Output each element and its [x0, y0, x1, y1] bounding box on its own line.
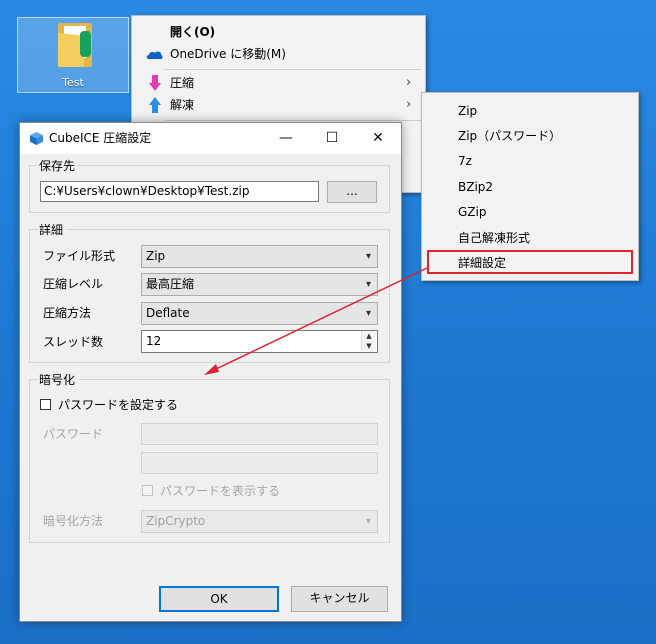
submenu-item-7z[interactable]: 7z	[422, 149, 638, 174]
encryption-method-value: ZipCrypto	[146, 514, 206, 528]
submenu-item-label: 自己解凍形式	[458, 231, 531, 245]
password-field[interactable]	[141, 423, 378, 445]
ok-button[interactable]: OK	[159, 586, 279, 612]
submenu-item-label: GZip	[458, 205, 487, 219]
chevron-down-icon: ▾	[365, 516, 371, 527]
submenu-item-label: 7z	[458, 154, 472, 168]
menu-item-label: 解凍	[170, 98, 195, 112]
chevron-right-icon: ›	[406, 75, 412, 90]
level-select[interactable]: 最高圧縮 ▾	[141, 273, 378, 296]
group-title: 詳細	[38, 221, 67, 238]
threads-value: 12	[146, 334, 162, 348]
submenu-item-zip-password[interactable]: Zip（パスワード）	[422, 124, 638, 149]
chevron-down-icon: ▾	[365, 308, 371, 319]
submenu-item-gzip[interactable]: GZip	[422, 200, 638, 225]
password-label: パスワード	[43, 427, 104, 441]
chevron-right-icon: ›	[406, 97, 412, 112]
method-label: 圧縮方法	[43, 306, 92, 320]
folder-icon	[58, 23, 92, 67]
encryption-method-label: 暗号化方法	[43, 514, 104, 528]
method-select[interactable]: Deflate ▾	[141, 302, 378, 325]
menu-separator	[164, 120, 421, 121]
show-password-label: パスワードを表示する	[160, 484, 281, 498]
level-value: 最高圧縮	[146, 277, 195, 291]
format-label: ファイル形式	[43, 249, 116, 263]
cube-icon	[30, 132, 43, 145]
menu-item-label: OneDrive に移動(M)	[170, 47, 286, 61]
level-label: 圧縮レベル	[43, 277, 104, 291]
browse-button[interactable]: ...	[327, 181, 377, 203]
encryption-method-select[interactable]: ZipCrypto ▾	[141, 510, 378, 533]
save-path-input[interactable]: C:¥Users¥clown¥Desktop¥Test.zip	[40, 181, 319, 202]
menu-item-label: 開く(O)	[170, 25, 216, 39]
show-password-checkbox[interactable]	[142, 485, 153, 496]
submenu-item-label: Zip（パスワード）	[458, 129, 562, 143]
compress-settings-dialog: CubeICE 圧縮設定 — ☐ ✕ 保存先 C:¥Users¥clown¥De…	[19, 122, 402, 622]
menu-item-label: 圧縮	[170, 76, 195, 90]
submenu-item-label: BZip2	[458, 180, 494, 194]
desktop-folder-test[interactable]: Test	[17, 17, 129, 93]
format-value: Zip	[146, 249, 166, 263]
set-password-checkbox[interactable]	[40, 399, 51, 410]
menu-item-extract[interactable]: 解凍 ›	[132, 93, 425, 117]
set-password-label: パスワードを設定する	[58, 398, 179, 412]
window-title: CubeICE 圧縮設定	[49, 131, 152, 145]
submenu-item-label: Zip	[458, 104, 478, 118]
minimize-button[interactable]: —	[263, 123, 309, 154]
submenu-item-sfx[interactable]: 自己解凍形式	[422, 226, 638, 251]
password-confirm-field[interactable]	[141, 452, 378, 474]
menu-separator	[164, 69, 421, 70]
chevron-down-icon: ▾	[365, 279, 371, 290]
chevron-down-icon: ▾	[365, 251, 371, 262]
arrow-down-icon	[149, 75, 161, 91]
submenu-item-zip[interactable]: Zip	[422, 99, 638, 124]
menu-item-open[interactable]: 開く(O)	[132, 20, 425, 44]
spin-down-icon[interactable]: ▼	[361, 341, 376, 351]
group-title: 保存先	[38, 157, 79, 174]
cancel-button[interactable]: キャンセル	[291, 586, 388, 612]
threads-label: スレッド数	[43, 335, 104, 349]
title-bar[interactable]: CubeICE 圧縮設定 — ☐ ✕	[20, 123, 401, 154]
arrow-up-icon	[149, 97, 161, 113]
maximize-button[interactable]: ☐	[309, 123, 355, 154]
group-title: 暗号化	[38, 371, 79, 388]
threads-spinner[interactable]: 12 ▲ ▼	[141, 330, 378, 353]
method-value: Deflate	[146, 306, 190, 320]
desktop-folder-label: Test	[62, 76, 84, 89]
onedrive-icon	[146, 51, 163, 59]
format-select[interactable]: Zip ▾	[141, 245, 378, 268]
compress-submenu: Zip Zip（パスワード） 7z BZip2 GZip 自己解凍形式 詳細設定	[421, 92, 639, 281]
spin-up-icon[interactable]: ▲	[361, 331, 376, 341]
highlight-box	[427, 250, 633, 274]
submenu-item-bzip2[interactable]: BZip2	[422, 175, 638, 200]
menu-item-onedrive[interactable]: OneDrive に移動(M)	[132, 42, 425, 66]
close-button[interactable]: ✕	[355, 123, 401, 154]
menu-item-compress[interactable]: 圧縮 ›	[132, 71, 425, 95]
